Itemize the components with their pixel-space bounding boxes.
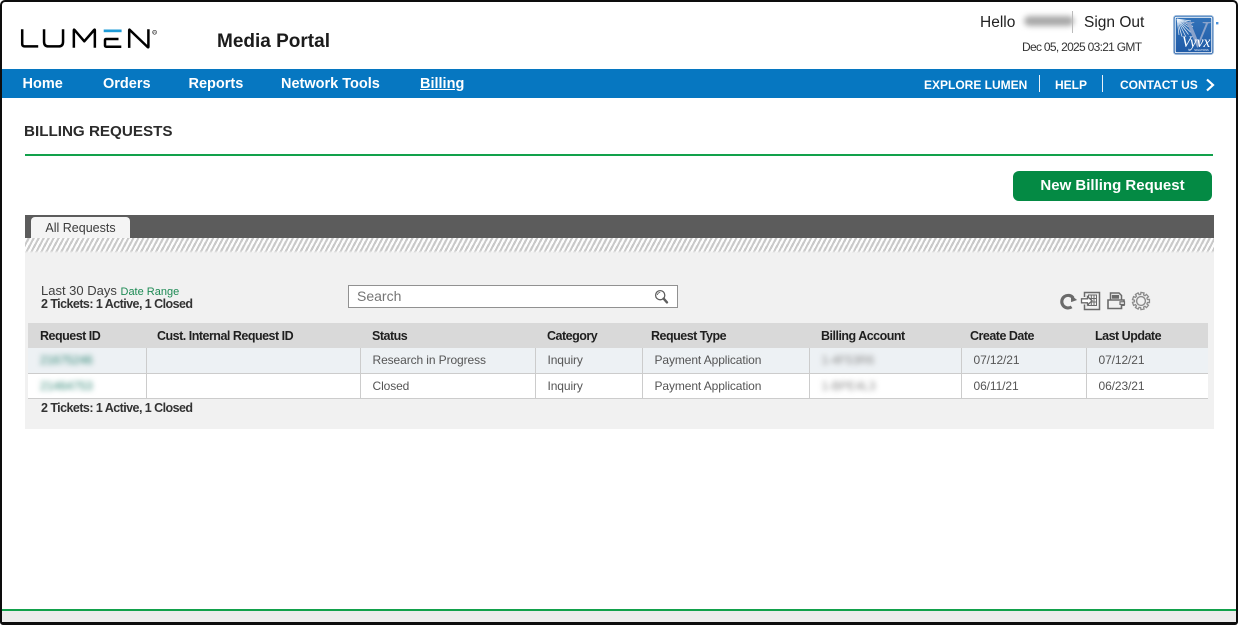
svg-text:R: R (153, 29, 156, 34)
svg-text:SOLUTIONS: SOLUTIONS (1194, 49, 1209, 52)
